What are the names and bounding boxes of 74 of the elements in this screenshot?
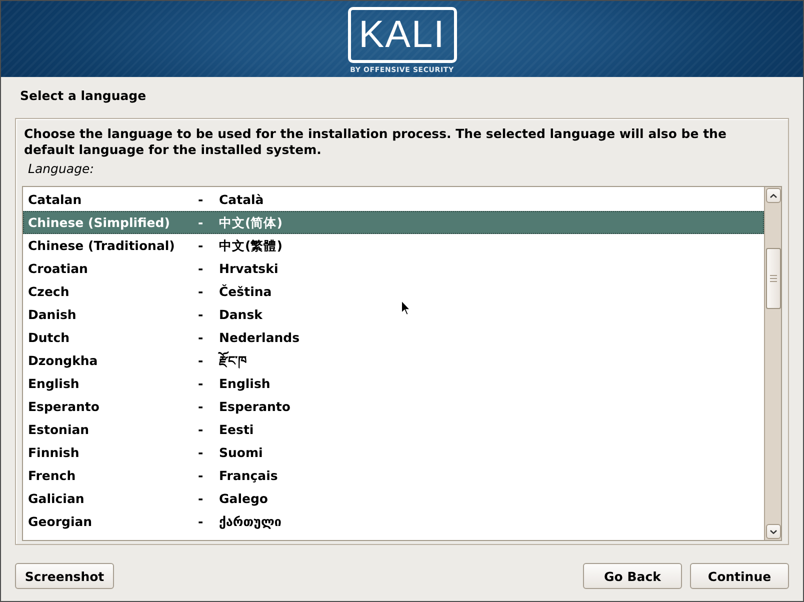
language-list-item[interactable]: Estonian - Eesti	[23, 418, 764, 441]
separator-dash: -	[198, 490, 204, 506]
language-name: Danish	[28, 306, 78, 322]
native-language-name: Français	[219, 468, 278, 484]
instructions-text: Choose the language to be used for the installation process. The selected language will also be the default language for the installed system.	[24, 126, 728, 158]
chevron-up-icon	[770, 194, 776, 198]
chevron-down-icon	[770, 530, 776, 534]
nav-button[interactable]: Continue	[690, 563, 789, 589]
separator-dash: -	[198, 468, 204, 484]
native-language-name: Suomi	[219, 444, 263, 460]
scroll-up-button[interactable]	[766, 188, 780, 203]
separator-dash: -	[198, 352, 204, 368]
language-name: Dzongkha	[28, 352, 99, 368]
native-language-name: ქართული	[219, 514, 282, 530]
language-list-item[interactable]: Catalan - Català	[23, 188, 764, 211]
native-language-name: Galego	[219, 490, 268, 506]
grip-icon	[770, 275, 776, 282]
language-name: Georgian	[28, 514, 94, 530]
screenshot-button[interactable]: Screenshot	[15, 563, 114, 589]
language-list-item[interactable]: Dutch - Nederlands	[23, 326, 764, 349]
native-language-name: རྫོང་ཁ	[219, 352, 247, 368]
language-name: Galician	[28, 490, 86, 506]
language-name: Finnish	[28, 444, 80, 460]
language-name: Czech	[28, 284, 70, 300]
native-language-name: Esperanto	[219, 398, 290, 414]
separator-dash: -	[198, 306, 204, 322]
language-name: Dutch	[28, 330, 71, 346]
language-name: Catalan	[28, 192, 83, 208]
language-list-item[interactable]: Esperanto - Esperanto	[23, 395, 764, 418]
language-name: Chinese (Traditional)	[28, 238, 176, 254]
language-list-item[interactable]: Czech - Čeština	[23, 280, 764, 303]
language-name: Estonian	[28, 422, 90, 438]
language-list-item[interactable]: Chinese (Simplified) - 中文(简体)	[23, 211, 764, 234]
separator-dash: -	[198, 398, 204, 414]
native-language-name: Nederlands	[219, 330, 300, 346]
language-name: Chinese (Simplified)	[28, 214, 171, 230]
separator-dash: -	[198, 376, 204, 392]
language-list-item[interactable]: French - Français	[23, 464, 764, 487]
step-title: Select a language	[20, 88, 146, 104]
separator-dash: -	[198, 422, 204, 438]
separator-dash: -	[198, 444, 204, 460]
native-language-name: Dansk	[219, 306, 262, 322]
native-language-name: English	[219, 376, 270, 392]
language-name: Croatian	[28, 260, 89, 276]
native-language-name: Čeština	[219, 284, 272, 300]
language-list-item[interactable]: English - English	[23, 372, 764, 395]
language-name: English	[28, 376, 80, 392]
language-list-item[interactable]: Croatian - Hrvatski	[23, 257, 764, 280]
separator-dash: -	[198, 284, 204, 300]
separator-dash: -	[198, 330, 204, 346]
scroll-down-button[interactable]	[766, 524, 780, 539]
logo-wordmark: KALI	[348, 7, 456, 63]
native-language-name: 中文(简体)	[219, 214, 282, 230]
separator-dash: -	[198, 238, 204, 254]
native-language-name: Eesti	[219, 422, 254, 438]
language-list-item[interactable]: Danish - Dansk	[23, 303, 764, 326]
separator-dash: -	[198, 192, 204, 208]
native-language-name: Hrvatski	[219, 260, 278, 276]
native-language-name: 中文(繁體)	[219, 238, 282, 254]
language-name: Esperanto	[28, 398, 100, 414]
list-label: Language:	[28, 161, 94, 177]
language-list-item[interactable]: Finnish - Suomi	[23, 441, 764, 464]
scrollbar-thumb[interactable]	[766, 248, 780, 309]
language-list-item[interactable]: Chinese (Traditional) - 中文(繁體)	[23, 234, 764, 257]
separator-dash: -	[198, 260, 204, 276]
mouse-pointer-icon	[401, 300, 411, 316]
language-name: French	[28, 468, 77, 484]
language-list-item[interactable]: Dzongkha - རྫོང་ཁ	[23, 349, 764, 372]
separator-dash: -	[198, 214, 204, 230]
language-list-item[interactable]: Galician - Galego	[23, 487, 764, 510]
separator-dash: -	[198, 514, 204, 530]
native-language-name: Català	[219, 192, 264, 208]
language-list-item[interactable]: Georgian - ქართული	[23, 510, 764, 533]
nav-button[interactable]: Go Back	[583, 563, 682, 589]
